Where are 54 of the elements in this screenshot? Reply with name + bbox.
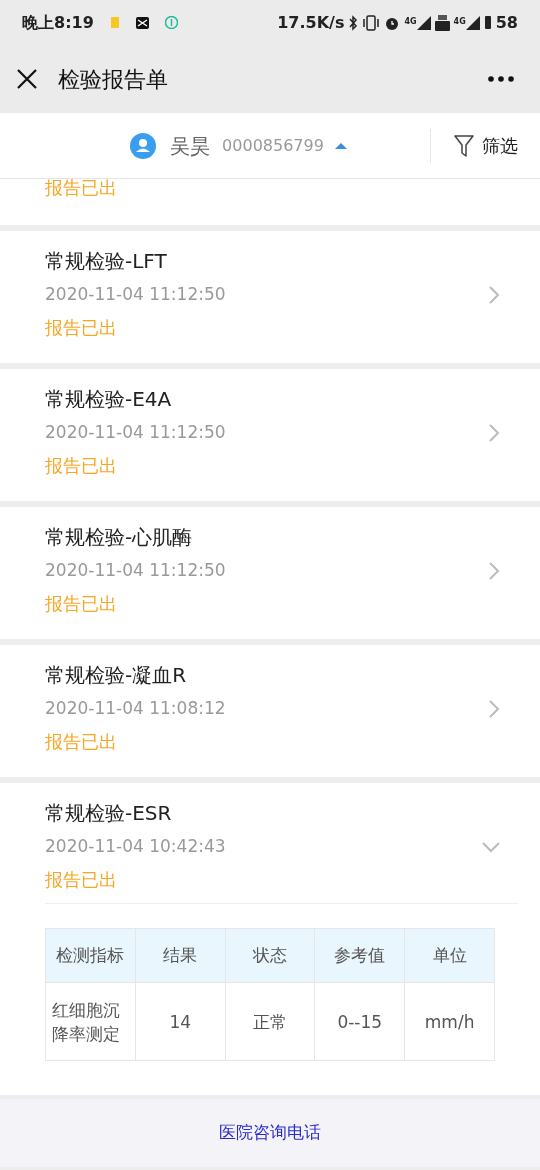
report-title[interactable]: 常规检验-LFT: [45, 245, 489, 277]
column-header: 结果: [135, 928, 226, 983]
report-title[interactable]: 常规检验-心肌酶: [45, 521, 489, 553]
bluetooth-icon: [348, 14, 359, 31]
report-status: 报告已出: [45, 868, 118, 892]
report-time: 2020-11-04 11:08:12: [45, 697, 227, 720]
column-header: 状态: [225, 928, 315, 983]
report-time: 2020-11-04 11:12:50: [45, 283, 227, 306]
report-time: 2020-11-04 11:12:50: [45, 559, 227, 582]
report-title[interactable]: 常规检验-凝血R: [45, 659, 489, 691]
chevron-right-icon[interactable]: [489, 424, 500, 442]
report-time: 2020-11-04 10:42:43: [45, 835, 227, 858]
report-title[interactable]: 常规检验-E4A: [45, 383, 489, 415]
signal-icon: [416, 15, 431, 30]
volte-icon: [434, 14, 450, 31]
network-label: 4G: [404, 15, 417, 28]
column-header: 单位: [404, 928, 495, 983]
patient-name: 吴昊: [170, 132, 211, 160]
report-time: 2020-11-04 11:12:50: [45, 421, 227, 444]
report-status: 报告已出: [45, 316, 118, 340]
report-status: 报告已出: [45, 730, 118, 754]
caret-up-icon[interactable]: [333, 141, 348, 150]
report-status: 报告已出: [45, 454, 118, 478]
battery-level: 58: [495, 11, 518, 34]
mail-icon: [135, 16, 149, 29]
hospital-phone-link[interactable]: 医院咨询电话: [219, 1120, 321, 1146]
status-time: 晚上8:19: [22, 11, 94, 34]
chevron-down-icon[interactable]: [482, 841, 500, 853]
network-label: 4G: [453, 15, 466, 28]
vibrate-icon: [362, 14, 381, 31]
table-cell: 0--15: [314, 982, 405, 1061]
column-header: 检测指标: [45, 928, 136, 983]
battery-icon: [483, 15, 492, 30]
filter-button[interactable]: 筛选: [481, 132, 518, 159]
table-cell: 红细胞沉降率测定: [45, 982, 136, 1061]
column-header: 参考值: [314, 928, 405, 983]
table-cell: 14: [135, 982, 226, 1061]
report-status: 报告已出: [45, 179, 118, 200]
chevron-right-icon[interactable]: [489, 562, 500, 580]
chevron-right-icon[interactable]: [489, 286, 500, 304]
user-avatar-icon: [130, 132, 157, 159]
patient-id: 0000856799: [222, 134, 324, 157]
chevron-right-icon[interactable]: [489, 700, 500, 718]
close-icon[interactable]: [16, 68, 38, 90]
table-cell: 正常: [225, 982, 315, 1061]
report-title[interactable]: 常规检验-ESR: [45, 797, 482, 829]
network-speed: 17.5K/s: [277, 11, 345, 34]
table-cell: mm/h: [404, 982, 495, 1061]
page-title: 检验报告单: [58, 65, 168, 94]
filter-icon[interactable]: [453, 134, 474, 157]
signal-icon: [465, 15, 480, 30]
report-status: 报告已出: [45, 592, 118, 616]
sim-card-icon: [109, 16, 120, 29]
more-icon[interactable]: [488, 76, 514, 82]
